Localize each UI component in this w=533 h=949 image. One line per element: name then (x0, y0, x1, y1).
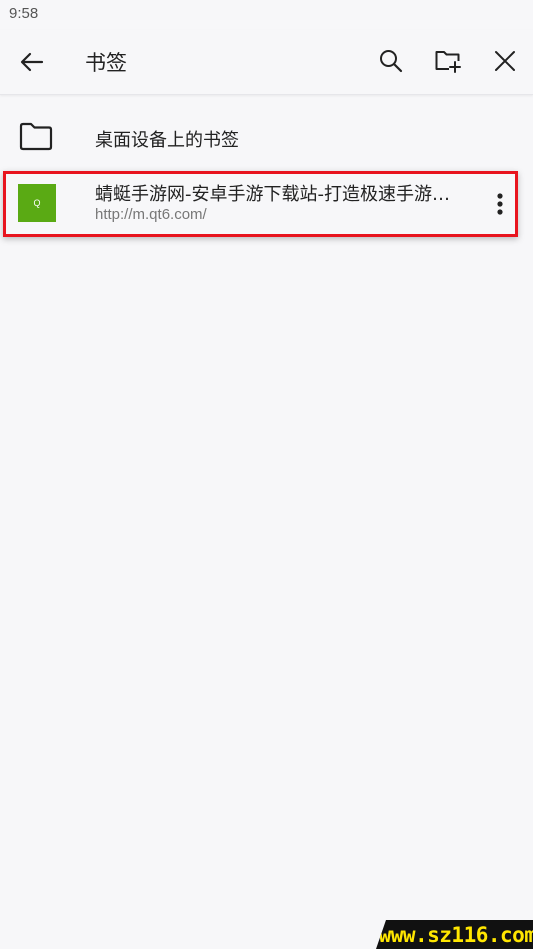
new-folder-button[interactable] (428, 41, 468, 81)
arrow-left-icon (20, 52, 44, 72)
more-vert-icon (497, 193, 503, 215)
page-title: 书签 (85, 51, 127, 75)
folder-label: 桌面设备上的书签 (95, 130, 239, 151)
back-button[interactable] (12, 42, 52, 82)
favicon: Q (18, 184, 56, 222)
watermark: www.sz116.com (376, 920, 533, 949)
bookmark-title: 蜻蜓手游网-安卓手游下载站-打造极速手游… (95, 184, 450, 205)
search-button[interactable] (371, 41, 411, 81)
folder-row-desktop-bookmarks[interactable]: 桌面设备上的书签 (0, 105, 533, 169)
folder-icon (19, 122, 53, 151)
app-bar: 书签 (0, 30, 533, 95)
bookmark-url: http://m.qt6.com/ (95, 206, 207, 223)
close-icon (495, 51, 515, 71)
bookmark-more-button[interactable] (480, 184, 520, 224)
bookmark-row[interactable]: Q 蜻蜓手游网-安卓手游下载站-打造极速手游… http://m.qt6.com… (0, 171, 533, 237)
status-time: 9:58 (9, 5, 39, 22)
status-bar: 9:58 (0, 0, 533, 30)
folder-plus-icon (435, 51, 461, 73)
watermark-text: www.sz116.com (378, 922, 533, 947)
search-icon (380, 50, 403, 73)
close-button[interactable] (485, 41, 525, 81)
